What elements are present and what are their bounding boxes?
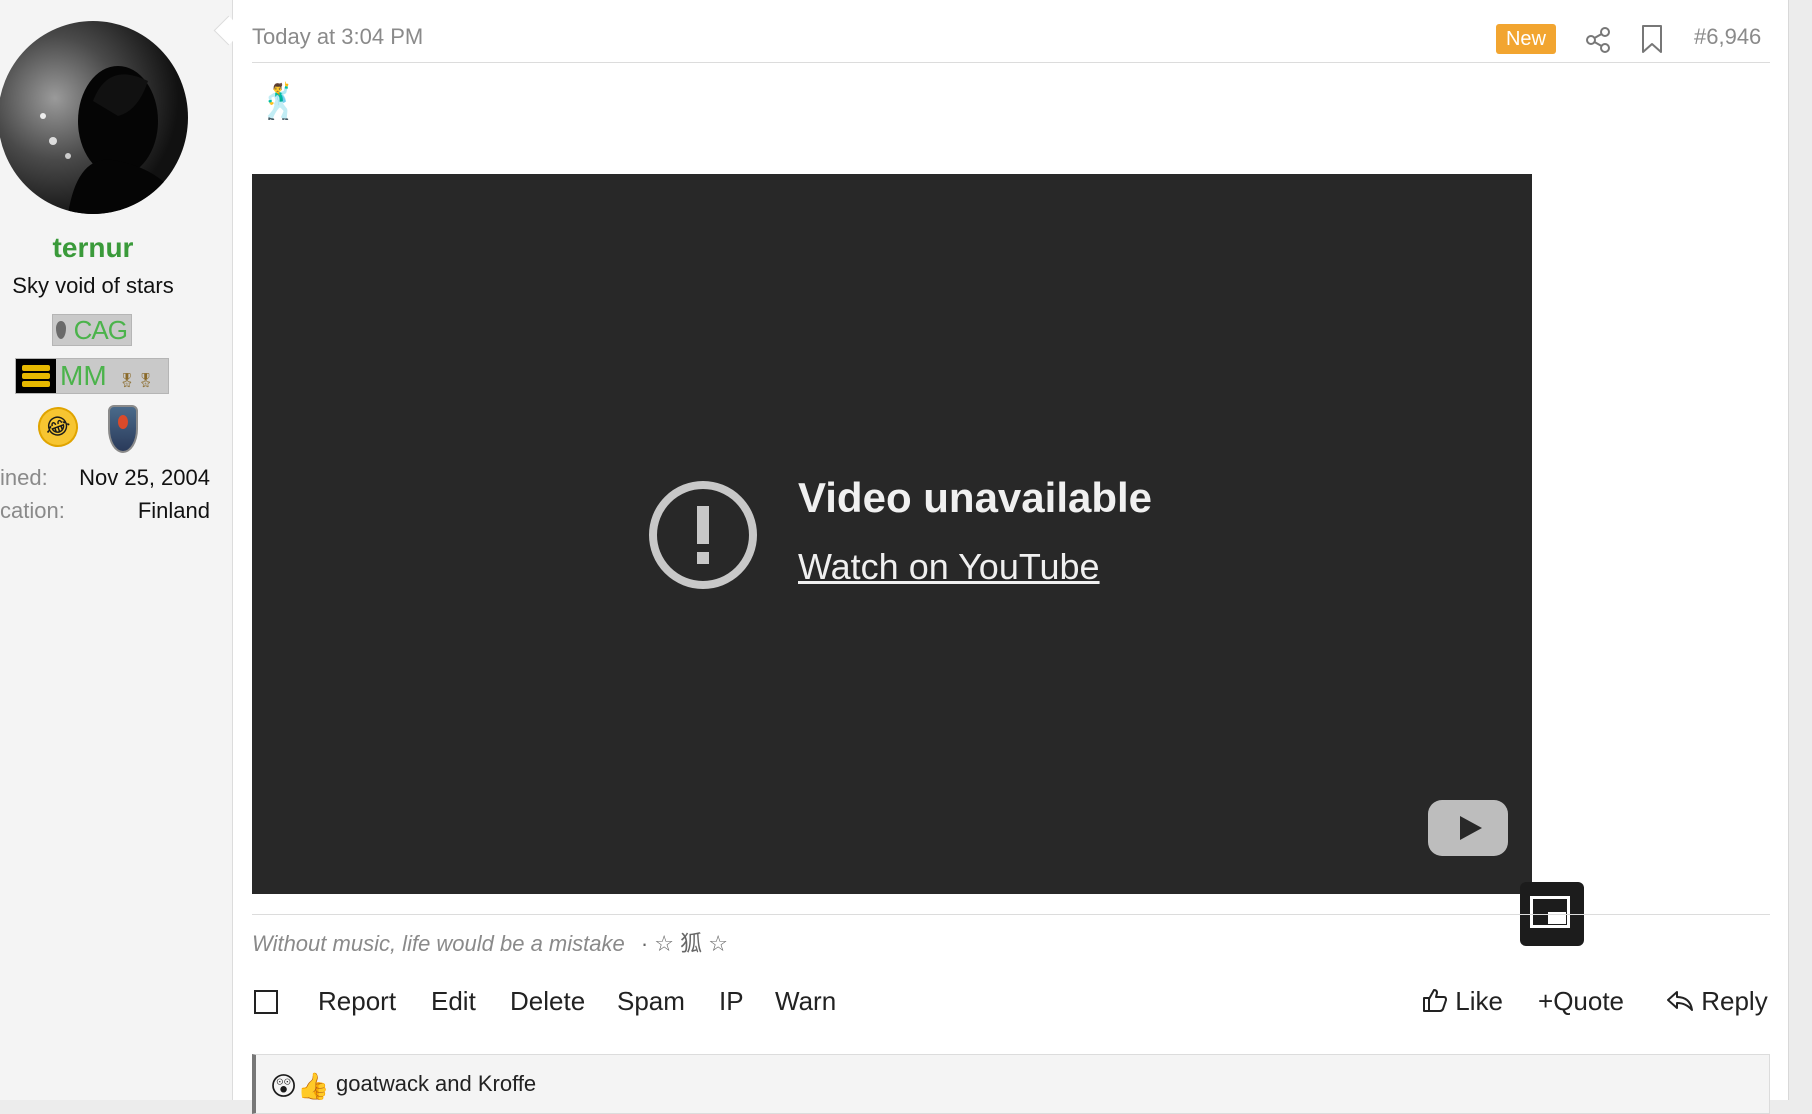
plus-icon: + (1538, 986, 1554, 1016)
user-title: Sky void of stars (12, 273, 174, 298)
reactions-bar[interactable]: 😲👍 goatwack and Kroffe (252, 1054, 1770, 1114)
header-divider (252, 62, 1770, 63)
banner-mm: MM 🎖🎖🎖 (15, 358, 169, 422)
quote-button[interactable]: +Quote (1538, 986, 1624, 1017)
select-post-checkbox[interactable] (254, 990, 278, 1014)
signature: Without music, life would be a mistake ·… (252, 926, 728, 958)
ip-link[interactable]: IP (719, 986, 744, 1017)
quote-label: Quote (1553, 986, 1625, 1016)
shield-icon (108, 405, 138, 453)
thumbs-up-icon (1423, 989, 1447, 1012)
share-icon[interactable] (1584, 26, 1612, 54)
banner-cag-label: CAG (73, 315, 128, 345)
delete-link[interactable]: Delete (510, 986, 585, 1017)
youtube-embed[interactable]: Video unavailable Watch on YouTube (252, 174, 1532, 894)
reaction-users[interactable]: goatwack and Kroffe (336, 1071, 536, 1097)
reply-button[interactable]: Reply (1666, 986, 1768, 1017)
post-container: ternur Sky void of stars CAG MM 🎖🎖🎖 😂 in… (0, 0, 1789, 1114)
watch-on-youtube-link[interactable]: Watch on YouTube (798, 546, 1100, 588)
avatar[interactable] (0, 21, 188, 214)
new-badge: New (1496, 24, 1556, 54)
spam-link[interactable]: Spam (617, 986, 685, 1017)
signature-text: Without music, life would be a mistake (252, 931, 625, 956)
signature-extra: · ☆ 狐 ☆ (640, 931, 728, 956)
video-unavailable-title: Video unavailable (798, 474, 1153, 521)
reply-arrow-icon (1667, 991, 1693, 1011)
like-button[interactable]: Like (1422, 986, 1503, 1017)
like-label: Like (1455, 986, 1503, 1016)
bookmark-icon[interactable] (1640, 24, 1664, 54)
warn-link[interactable]: Warn (775, 986, 836, 1017)
reaction-emojis: 😲👍 (270, 1071, 330, 1101)
alert-icon (649, 481, 757, 589)
post-time[interactable]: Today at 3:04 PM (252, 24, 423, 50)
dancer-emoji: 🕺 (258, 83, 301, 121)
username[interactable]: ternur (0, 232, 186, 264)
signature-divider (252, 914, 1770, 915)
avatar-silhouette (40, 66, 188, 214)
post-number[interactable]: #6,946 (1694, 24, 1761, 50)
location-value[interactable]: Finland (138, 498, 210, 524)
laughing-emoji-icon: 😂 (32, 401, 84, 453)
report-link[interactable]: Report (318, 986, 396, 1017)
edit-link[interactable]: Edit (431, 986, 476, 1017)
user-sidebar: ternur Sky void of stars CAG MM 🎖🎖🎖 😂 in… (0, 0, 233, 1100)
location-label: cation: (0, 498, 65, 523)
joined-value: Nov 25, 2004 (79, 465, 210, 490)
banner-cag: CAG (52, 314, 132, 346)
banner-mm-label: MM (60, 360, 107, 391)
youtube-logo-button[interactable] (1428, 800, 1508, 856)
pin-icon (56, 321, 66, 339)
reply-label: Reply (1701, 986, 1768, 1016)
gold-bars-icon (16, 359, 56, 393)
joined-label: ined: (0, 465, 48, 490)
